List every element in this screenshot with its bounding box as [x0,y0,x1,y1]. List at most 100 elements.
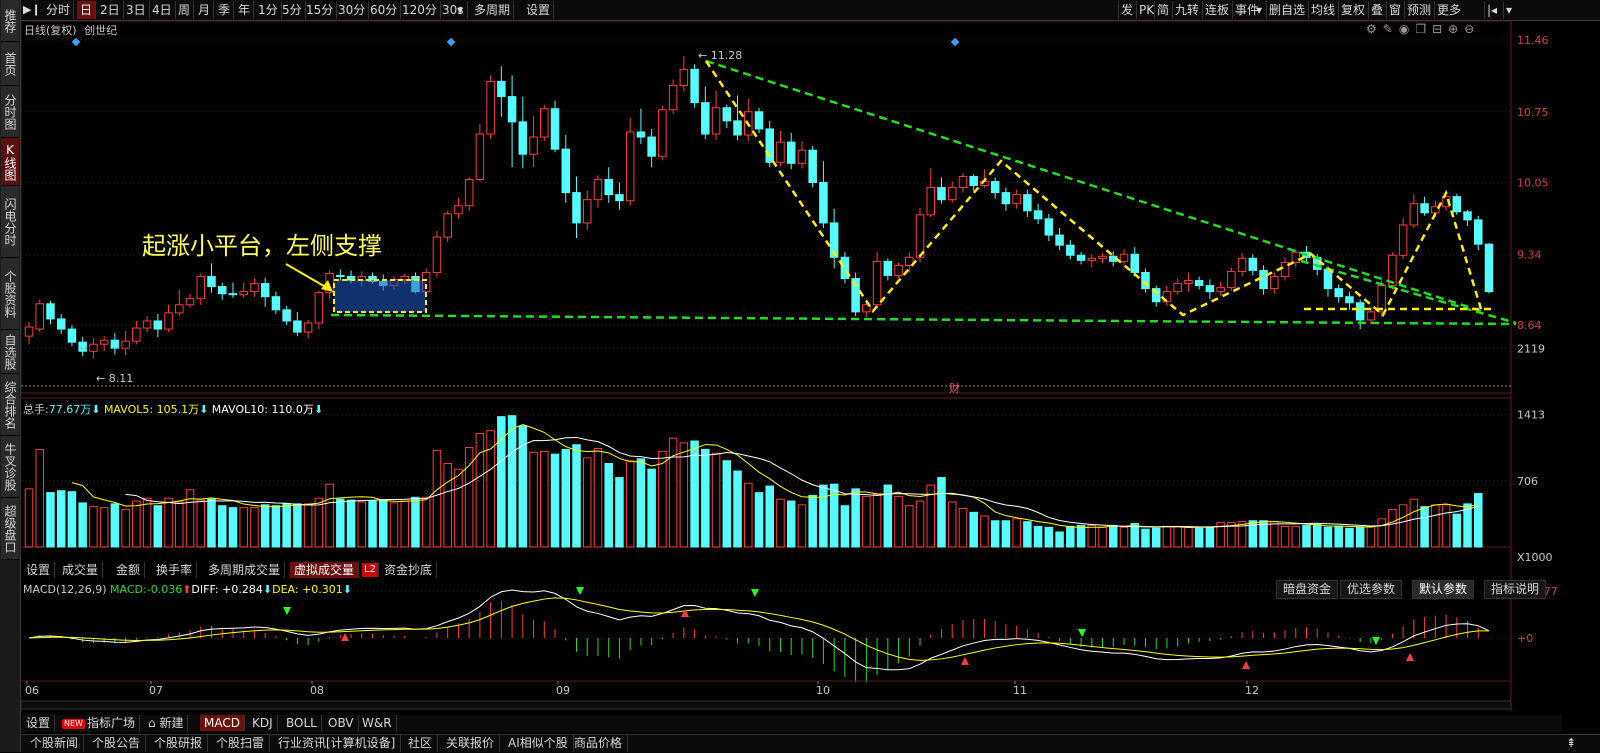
toolbar-right-8[interactable]: 复权 [1338,1,1367,19]
left-nav-item-3[interactable]: K线图 [1,138,19,186]
indicator-tab-3[interactable]: MACD [200,715,245,731]
left-nav-item-7[interactable]: 综合排名 [1,374,19,436]
volume-tab-5[interactable]: 虚拟成交量 [290,562,360,578]
left-nav-item-6[interactable]: 自选股 [1,330,19,374]
toolbar-period-0[interactable]: 分时 [43,1,75,19]
candle-body [625,131,635,202]
bottom-tab-4[interactable]: 行业资讯[计算机设备] [273,735,402,752]
left-nav-item-5[interactable]: 个股资料 [1,258,19,330]
bottom-tab-8[interactable]: 商品价格 [569,735,629,752]
volume-bar [250,507,259,548]
volume-bar [175,501,184,548]
toolbar-right-2[interactable]: 简 [1154,1,1171,19]
dropdown-arrow-icon[interactable]: ▾ [457,1,463,19]
indicator-tab-4[interactable]: KDJ [248,715,278,731]
toolbar-period-9[interactable]: 1分 [255,1,282,19]
toolbar-period-13[interactable]: 60分 [367,1,402,19]
left-nav-item-1[interactable]: 首页 [1,42,19,86]
toolbar-right-4[interactable]: 连板 [1202,1,1231,19]
left-nav-item-2[interactable]: 分时图 [1,86,19,138]
volume-tab-0[interactable]: 设置 [22,562,56,578]
volume-bar [733,470,742,548]
bottom-tab-6[interactable]: 关联报价 [441,735,501,752]
bottom-tab-2[interactable]: 个股研报 [149,735,209,752]
eye-icon[interactable]: ◉ [1399,22,1415,36]
volume-tab-2[interactable]: 金额 [112,562,146,578]
toolbar-period-10[interactable]: 5分 [279,1,306,19]
toolbar-period-3[interactable]: 3日 [123,1,150,19]
indicator-tab-7[interactable]: W&R [358,715,397,731]
toolbar-right-3[interactable]: 九转 [1172,1,1201,19]
candle-body [239,291,248,296]
l2-badge: L2 [362,563,379,577]
event-diamond-icon[interactable] [71,37,81,47]
indicator-tab-2[interactable]: ⌂ 新建 [144,715,189,731]
volume-tab-3[interactable]: 换手率 [152,562,198,578]
toolbar-period-1[interactable]: 日 [77,1,97,19]
candle-body [1355,302,1365,321]
macd-button-3[interactable]: 指标说明 [1484,580,1547,599]
toolbar-right-11[interactable]: 预测 [1404,1,1433,19]
event-dropdown-icon[interactable]: ▾ [1256,1,1262,19]
bottom-tab-1[interactable]: 个股公告 [87,735,147,752]
toolbar-period-11[interactable]: 15分 [303,1,338,19]
play-icon[interactable]: ▶❙ [23,3,41,16]
zoom-out-icon[interactable]: ⊖ [1464,22,1480,36]
toolbar-right-9[interactable]: 叠 [1368,1,1385,19]
toolbar-period-16[interactable]: 多周期 [471,1,515,19]
left-nav-item-9[interactable]: 超级盘口 [1,498,19,560]
toolbar-period-12[interactable]: 30分 [335,1,370,19]
toolbar-right-12[interactable]: 更多 [1434,1,1463,19]
macd-title: MACD(12,26,9) [23,583,107,596]
volume-tab-1[interactable]: 成交量 [58,562,104,578]
toolbar-right-6[interactable]: 删自选 [1266,1,1307,19]
volume-bar [1205,526,1215,548]
volume-bar [840,505,850,548]
bottom-tab-3[interactable]: 个股扫雷 [211,735,271,752]
macd-button-0[interactable]: 暗盘资金 [1276,580,1339,599]
toolbar-period-15[interactable]: 30s [439,1,468,19]
copy-icon[interactable]: ❐ [1415,22,1432,36]
candle-body [647,136,656,157]
bottom-tab-7[interactable]: AI相似个股 [503,735,574,752]
macd-button-2[interactable]: 默认参数 [1412,580,1475,599]
zoom-in-icon[interactable]: ⊕ [1448,22,1464,36]
volume-bar [561,448,571,548]
expand-icon[interactable]: ⊟ [1432,22,1448,36]
toolbar-right-0[interactable]: 发 [1118,1,1135,19]
toolbar-period-2[interactable]: 2日 [97,1,124,19]
volume-bar [958,508,968,548]
volume-tab-6[interactable]: 资金抄底 [380,562,438,578]
volume-bar [164,497,173,548]
left-nav-item-4[interactable]: 闪电分时 [1,186,19,258]
left-nav-item-0[interactable]: 推荐 [1,0,19,42]
bottom-tab-0[interactable]: 个股新闻 [25,735,85,752]
toolbar-right-10[interactable]: 窗 [1386,1,1403,19]
indicator-tab-0[interactable]: 设置 [22,715,56,731]
indicator-tab-6[interactable]: OBV [324,715,359,731]
bottom-tab-5[interactable]: 社区 [403,735,439,752]
toolbar-period-8[interactable]: 年 [235,1,255,19]
indicator-tab-5[interactable]: BOLL [282,715,322,731]
event-diamond-icon[interactable] [950,37,960,47]
toolbar-period-5[interactable]: 周 [175,1,195,19]
edit-icon[interactable]: ✎ [1383,22,1399,36]
toolbar-period-14[interactable]: 120分 [399,1,441,19]
back-icon[interactable]: |◂ [1484,1,1499,19]
event-diamond-icon[interactable] [446,37,456,47]
settings-icon[interactable]: ⚙ [1366,22,1383,36]
toolbar-period-6[interactable]: 月 [195,1,215,19]
toolbar-period-17[interactable]: 设置 [523,1,555,19]
toolbar-right-7[interactable]: 均线 [1308,1,1337,19]
kline-chart[interactable]: 11.46 10.75 10.05 9.34 8.64 财 ← 11.28 ← 8.11 211… [21,21,1600,731]
volume-bar [1431,504,1440,548]
collapse-up-icon[interactable]: ⇞ [1561,735,1581,752]
menu-dropdown-icon[interactable]: ▾ [1503,1,1514,19]
left-nav-item-8[interactable]: 牛叉诊股 [1,436,19,498]
toolbar-period-7[interactable]: 季 [215,1,235,19]
volume-tab-4[interactable]: 多周期成交量 [204,562,286,578]
toolbar-period-4[interactable]: 4日 [149,1,176,19]
chart-scrollbar[interactable] [21,700,1512,710]
macd-button-1[interactable]: 优选参数 [1340,580,1403,599]
indicator-tab-1[interactable]: NEW 指标广场 [58,715,140,731]
